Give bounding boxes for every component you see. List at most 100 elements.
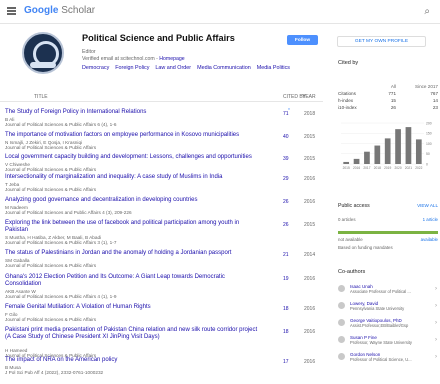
article-journal: Journal of Political Sciences & Public A… [5, 145, 97, 150]
brand-google: Google [24, 5, 59, 16]
table-row[interactable]: The status of Palestinians in Jordan and… [0, 250, 323, 274]
table-row[interactable]: Pakistani print media presentation of Pa… [0, 327, 323, 360]
article-journal: Journal of Political Sciences & Public A… [5, 187, 97, 192]
public-access-title: Public access [338, 203, 370, 209]
cited-count[interactable]: 18 [283, 329, 289, 335]
title-column-header[interactable]: TITLE [34, 94, 48, 100]
coauthor-affiliation: Pennsylvania State University [350, 306, 405, 311]
cited-count[interactable]: 29 [283, 176, 289, 182]
coauthor-item[interactable]: Gordon Nelson Professor of Political Sci… [338, 351, 438, 364]
table-row[interactable]: The importance of motivation factors on … [0, 132, 323, 156]
article-title[interactable]: Intersectionality of marginalization and… [5, 174, 261, 181]
interest-media-politics[interactable]: Media Politics [257, 65, 290, 71]
cited-count[interactable]: 17 [283, 359, 289, 365]
search-icon[interactable]: ⌕ [424, 6, 430, 17]
coauthor-avatar [338, 336, 345, 343]
cited-count[interactable]: 26 [283, 199, 289, 205]
interests: Democracy Foreign Policy Law and Order M… [82, 65, 290, 71]
cited-count[interactable]: 40 [283, 134, 289, 140]
star-icon: * [288, 108, 290, 114]
article-title[interactable]: The impact of NRA on the American policy [5, 357, 261, 364]
article-year: 2015 [304, 134, 316, 140]
article-title[interactable]: The status of Palestinians in Jordan and… [5, 250, 261, 257]
interest-foreign-policy[interactable]: Foreign Policy [115, 65, 149, 71]
view-all-link[interactable]: VIEW ALL [417, 203, 438, 208]
profile-header: Political Science and Public Affairs Edi… [18, 29, 313, 91]
cited-count[interactable]: 18 [283, 306, 289, 312]
chart-bar [405, 127, 412, 164]
article-journal: Journal of Political Sciences & Public A… [5, 167, 97, 172]
cited-count[interactable]: 21 [283, 252, 289, 258]
chevron-right-icon[interactable]: › [435, 303, 437, 309]
article-title[interactable]: The importance of motivation factors on … [5, 132, 261, 139]
table-row[interactable]: Female Genital Mutilation: A Violation o… [0, 304, 323, 328]
article-journal: Journal of Political Sciences & Public A… [5, 263, 97, 268]
stats-label: i10-index [338, 105, 357, 110]
avatar [22, 32, 64, 74]
menu-icon[interactable] [7, 7, 16, 15]
coauthor-item[interactable]: Susan P Fine Professor, Wayne State Univ… [338, 334, 438, 347]
stats-since: 23 [432, 105, 438, 110]
public-access-progress-fill [338, 231, 438, 234]
table-row[interactable]: Exploring the link between the use of fa… [0, 220, 323, 251]
table-row[interactable]: Analyzing good governance and decentrali… [0, 197, 323, 221]
public-access-right-count: 1 article [422, 217, 438, 222]
article-title[interactable]: Female Genital Mutilation: A Violation o… [5, 304, 261, 311]
x-tick-label: 2015 [343, 166, 350, 170]
coauthor-avatar [338, 353, 345, 360]
y-tick-label: 50 [426, 152, 430, 156]
article-title[interactable]: Pakistani print media presentation of Pa… [5, 327, 261, 340]
article-title[interactable]: Exploring the link between the use of fa… [5, 220, 261, 233]
coauthor-item[interactable]: Lowery, David Pennsylvania State Univers… [338, 300, 438, 313]
coauthor-affiliation: Associate Professor of Political ... [350, 289, 411, 294]
table-header: TITLE CITED BY YEAR [0, 91, 323, 102]
chevron-right-icon[interactable]: › [435, 320, 437, 326]
funding-mandates-text: Based on funding mandates [338, 245, 393, 250]
brand[interactable]: Google Scholar [24, 5, 95, 16]
chart-bar [395, 129, 401, 164]
table-row[interactable]: The Study of Foreign Policy in Internati… [0, 108, 323, 133]
homepage-link[interactable]: Homepage [159, 56, 184, 62]
coauthor-affiliation: Professor, Wayne State University [350, 340, 412, 345]
get-profile-button[interactable]: GET MY OWN PROFILE [337, 36, 426, 47]
table-row[interactable]: Intersectionality of marginalization and… [0, 174, 323, 198]
article-year: 2016 [304, 276, 316, 282]
cited-count[interactable]: 26 [283, 222, 289, 228]
interest-media-communication[interactable]: Media Communication [197, 65, 251, 71]
x-tick-label: 2018 [374, 166, 381, 170]
chart-bar [384, 138, 391, 164]
article-journal: Journal of Political Sciences and Public… [5, 210, 132, 215]
email-text: Verified email at scitechnol.com - [82, 56, 160, 62]
stats-row: h-index 15 14 [338, 97, 438, 104]
chevron-right-icon[interactable]: › [435, 286, 437, 292]
article-journal: Journal of Political Sciences & Public A… [5, 240, 117, 245]
article-title[interactable]: Local government capacity building and d… [5, 154, 261, 161]
article-title[interactable]: Ghana's 2012 Election Petition and Its O… [5, 274, 261, 287]
table-row[interactable]: Ghana's 2012 Election Petition and Its O… [0, 274, 323, 304]
coauthors-box: Co-authors Isaac Unah Associate Professo… [338, 269, 438, 379]
article-title[interactable]: The Study of Foreign Policy in Internati… [5, 109, 261, 116]
stats-all: 15 [390, 98, 396, 103]
chevron-right-icon[interactable]: › [435, 354, 437, 360]
chevron-right-icon[interactable]: › [435, 337, 437, 343]
article-year: 2016 [304, 329, 316, 335]
x-tick-label: 2020 [395, 166, 402, 170]
interest-law-order[interactable]: Law and Order [155, 65, 191, 71]
article-year: 2016 [304, 306, 316, 312]
coauthor-item[interactable]: Isaac Unah Associate Professor of Politi… [338, 283, 438, 296]
interest-democracy[interactable]: Democracy [82, 65, 109, 71]
coauthor-item[interactable]: George Vaitiopoulos, PhD Assist.Professo… [338, 317, 438, 330]
article-title[interactable]: Analyzing good governance and decentrali… [5, 197, 261, 204]
cited-count[interactable]: 19 [283, 276, 289, 282]
follow-button[interactable]: Follow [287, 35, 318, 45]
right-sidebar: Cited by All Since 2017 Citations 771 76… [333, 54, 440, 384]
x-tick-label: 2017 [363, 166, 370, 170]
article-journal: Journal of Political Sciences & Public A… [5, 317, 97, 322]
year-column-header[interactable]: YEAR [302, 94, 316, 100]
cited-count[interactable]: 39 [283, 156, 289, 162]
x-tick-label: 2022 [415, 166, 422, 170]
coauthors-title: Co-authors [338, 269, 366, 275]
profile-email: Verified email at scitechnol.com - Homep… [82, 56, 185, 62]
since-header: Since 2017 [415, 84, 438, 89]
table-row[interactable]: The impact of NRA on the American policy… [0, 357, 323, 381]
